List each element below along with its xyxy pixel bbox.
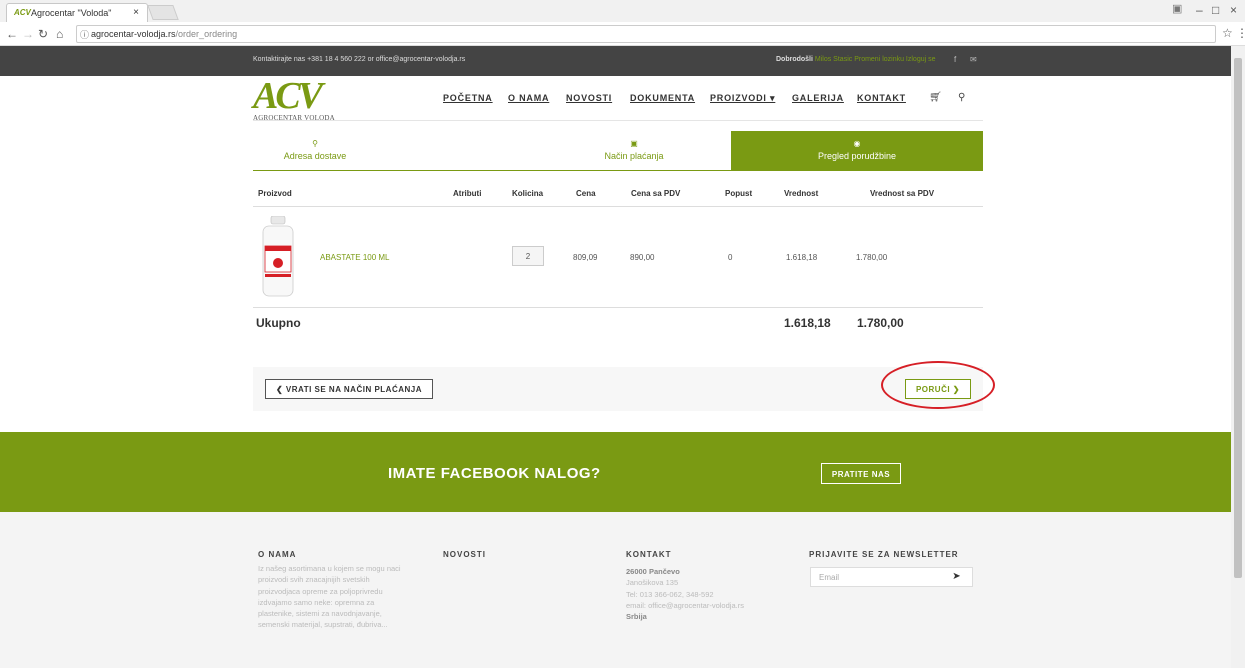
- window-close-button[interactable]: ×: [1230, 3, 1237, 17]
- site-logo[interactable]: ACV AGROCENTAR VOLODA: [253, 75, 353, 122]
- browser-tab-bar: ACV Agrocentar "Voloda" × ▣ – □ ×: [0, 0, 1245, 22]
- menu-item-novosti[interactable]: NOVOSTI: [566, 93, 612, 103]
- eye-icon: ◉: [853, 139, 861, 148]
- site-footer: [0, 512, 1231, 668]
- product-image[interactable]: [255, 215, 303, 300]
- address-bar: ← → ↻ ⌂ ⓘ agrocentar-volodja.rs/order_or…: [0, 22, 1245, 46]
- total-label: Ukupno: [256, 316, 301, 330]
- maximize-button[interactable]: □: [1212, 3, 1219, 17]
- step-address[interactable]: ⚲ Adresa dostave: [253, 131, 377, 171]
- welcome-text: Dobrodošli: [776, 56, 813, 63]
- forward-arrow-icon[interactable]: →: [22, 27, 34, 41]
- col-kolicina: Kolicina: [512, 189, 544, 198]
- annotation-highlight: [881, 361, 995, 409]
- profile-icon[interactable]: ▣: [1172, 2, 1182, 15]
- footer-about-title: O NAMA: [258, 550, 297, 559]
- menu-item-o-nama[interactable]: O NAMA: [508, 93, 549, 103]
- scrollbar-thumb[interactable]: [1234, 58, 1242, 578]
- facebook-band: [0, 432, 1231, 512]
- menu-item-kontakt[interactable]: KONTAKT: [857, 93, 906, 103]
- newsletter-email-input[interactable]: Email: [810, 567, 942, 587]
- footer-phone: Tel: 013 366-062, 348-592: [626, 589, 714, 599]
- table-row-divider: [253, 307, 983, 308]
- email-icon[interactable]: ✉: [970, 55, 977, 64]
- cart-icon[interactable]: 🛒︎: [929, 92, 942, 103]
- back-to-payment-button[interactable]: ❮ VRATI SE NA NAČIN PLAĆANJA: [265, 379, 433, 399]
- back-arrow-icon[interactable]: ←: [6, 27, 18, 41]
- step-review[interactable]: ◉ Pregled porudžbine: [731, 131, 983, 171]
- menu-item-proizvodi[interactable]: PROIZVODI ▾: [710, 93, 775, 104]
- url-host: agrocentar-volodja.rs: [91, 29, 176, 39]
- footer-email[interactable]: email: office@agrocentar-volodja.rs: [626, 600, 786, 611]
- facebook-title: IMATE FACEBOOK NALOG?: [388, 465, 601, 482]
- col-popust: Popust: [725, 189, 753, 198]
- user-greeting: Dobrodošli Milos Stasic Promeni lozinku …: [776, 56, 936, 63]
- col-atributi: Atributi: [453, 189, 482, 198]
- col-cena-pdv: Cena sa PDV: [631, 189, 681, 198]
- cell-value-vat: 1.780,00: [856, 253, 888, 262]
- product-name-link[interactable]: ABASTATE 100 ML: [320, 253, 390, 262]
- step-label: Pregled porudžbine: [817, 151, 897, 161]
- bookmark-star-icon[interactable]: ☆: [1222, 26, 1233, 40]
- menu-item-galerija[interactable]: GALERIJA: [792, 93, 844, 103]
- total-value: 1.618,18: [784, 316, 831, 330]
- url-path: /order_ordering: [175, 29, 238, 39]
- cell-price-vat: 890,00: [630, 253, 655, 262]
- col-vrednost: Vrednost: [784, 189, 819, 198]
- header-divider: [253, 120, 983, 121]
- tab-title: Agrocentar "Voloda": [31, 8, 112, 18]
- user-links[interactable]: Milos Stasic Promeni lozinku Izloguj se: [815, 56, 936, 63]
- quantity-field: 2: [512, 246, 544, 266]
- browser-menu-icon[interactable]: ⋮: [1236, 26, 1245, 40]
- contact-text: Kontaktirajte nas +381 18 4 560 222 or o…: [253, 56, 466, 63]
- footer-street: Janošikova 135: [626, 578, 679, 588]
- footer-contact-title: KONTAKT: [626, 550, 672, 559]
- search-icon[interactable]: ⚲: [958, 92, 965, 103]
- col-vrednost-pdv: Vrednost sa PDV: [870, 189, 935, 198]
- footer-contact-info: 26000 Pančevo Janošikova 135 Tel: 013 36…: [626, 566, 786, 622]
- reload-icon[interactable]: ↻: [38, 27, 48, 41]
- menu-item-pocetna[interactable]: POČETNA: [443, 93, 493, 103]
- follow-us-button[interactable]: PRATITE NAS: [821, 463, 901, 484]
- minimize-button[interactable]: –: [1196, 3, 1203, 17]
- map-marker-icon: ⚲: [312, 139, 318, 148]
- col-cena: Cena: [576, 189, 596, 198]
- step-label: Način plaćanja: [604, 151, 664, 161]
- url-input[interactable]: ⓘ agrocentar-volodja.rs/order_ordering: [76, 25, 1216, 43]
- new-tab-button[interactable]: [147, 5, 179, 20]
- table-header-divider: [253, 206, 983, 207]
- send-icon[interactable]: ➤: [941, 567, 973, 587]
- logo-mark: ACV: [253, 75, 323, 117]
- footer-news-title: NOVOSTI: [443, 550, 487, 559]
- footer-country: Srbija: [626, 612, 647, 622]
- page-scrollbar[interactable]: [1231, 46, 1245, 668]
- contact-bar: Kontaktirajte nas +381 18 4 560 222 or o…: [0, 46, 1231, 76]
- step-payment[interactable]: ▣ Način plaćanja: [543, 131, 725, 171]
- favicon-icon: ACV: [14, 8, 31, 17]
- cell-price: 809,09: [573, 253, 598, 262]
- home-icon[interactable]: ⌂: [56, 27, 63, 41]
- footer-city: 26000 Pančevo: [626, 567, 680, 576]
- tab-close-icon[interactable]: ×: [133, 7, 139, 18]
- checkout-steps: ⚲ Adresa dostave ▣ Način plaćanja ◉ Preg…: [253, 131, 983, 171]
- cell-value: 1.618,18: [786, 253, 818, 262]
- menu-item-dokumenta[interactable]: DOKUMENTA: [630, 93, 695, 103]
- money-icon: ▣: [630, 139, 638, 148]
- browser-tab[interactable]: ACV Agrocentar "Voloda" ×: [6, 3, 148, 22]
- step-label: Adresa dostave: [283, 151, 347, 161]
- total-value-vat: 1.780,00: [857, 316, 904, 330]
- col-proizvod: Proizvod: [258, 189, 292, 198]
- footer-newsletter-title: PRIJAVITE SE ZA NEWSLETTER: [809, 550, 959, 559]
- facebook-icon[interactable]: f: [954, 55, 956, 64]
- footer-about-text: Iz našeg asortimana u kojem se mogu naci…: [258, 564, 401, 630]
- info-icon: ⓘ: [80, 30, 90, 40]
- cell-discount: 0: [728, 253, 733, 262]
